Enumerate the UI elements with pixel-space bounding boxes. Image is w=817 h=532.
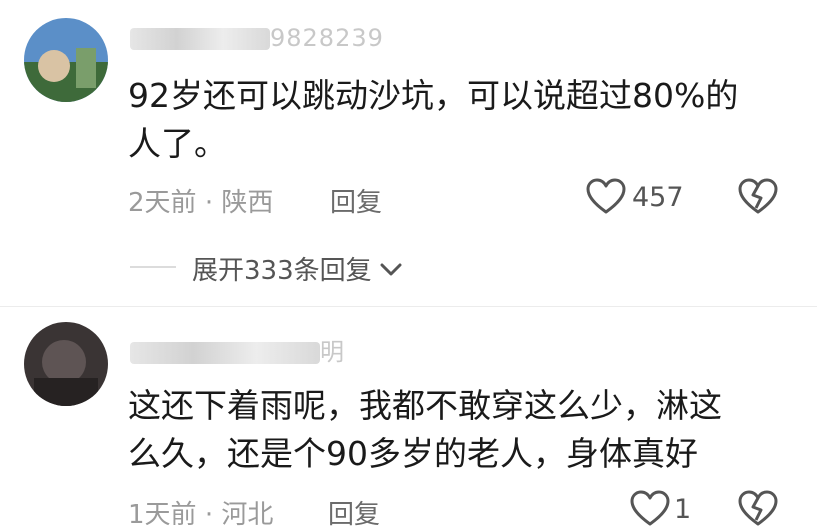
like-button[interactable] [586,178,626,220]
meta-separator: · [204,188,214,218]
expand-replies-label: 展开333条回复 [192,256,372,286]
avatar-image [24,322,108,406]
comment-meta: 1天前 · 河北 [128,494,273,531]
like-count: 1 [674,494,692,525]
comment-text-line: 这还下着雨呢，我都不敢穿这么少，淋这 [128,386,722,425]
chevron-down-icon [380,263,402,275]
broken-heart-icon [738,490,778,526]
like-count: 457 [632,182,684,213]
heart-outline-icon [586,178,626,214]
username[interactable]: 明 [130,332,345,367]
avatar[interactable] [24,18,108,102]
comment-divider [0,306,817,307]
comment-location: 河北 [221,500,274,530]
comment-time: 2天前 [128,188,197,218]
expand-replies-button[interactable]: 展开333条回复 [192,250,404,287]
comment-location: 陕西 [221,188,274,218]
username[interactable]: 9828239 [130,24,384,52]
broken-heart-icon [738,178,778,214]
comment-time: 1天前 [128,500,197,530]
username-visible-part: 明 [320,338,345,366]
like-button[interactable] [630,490,670,532]
avatar-image [24,18,108,102]
heart-outline-icon [630,490,670,526]
username-blurred [130,342,320,364]
avatar[interactable] [24,322,108,406]
reply-button[interactable]: 回复 [328,494,380,531]
username-blurred [130,28,270,50]
comment-text: 92岁还可以跳动沙坑，可以说超过80%的 人了。 [128,72,788,168]
dislike-button[interactable] [738,490,778,532]
comment-text: 这还下着雨呢，我都不敢穿这么少，淋这 么久，还是个90多岁的老人，身体真好 [128,382,788,478]
meta-separator: · [204,500,214,530]
comment-text-line: 人了。 [128,124,227,163]
comment-text-line: 么久，还是个90多岁的老人，身体真好 [128,434,698,473]
username-visible-part: 9828239 [270,24,384,52]
dislike-button[interactable] [738,178,778,220]
comment-text-line: 92岁还可以跳动沙坑，可以说超过80%的 [128,76,739,115]
reply-button[interactable]: 回复 [330,182,382,219]
expand-line [130,266,176,268]
comment-meta: 2天前 · 陕西 [128,182,273,219]
